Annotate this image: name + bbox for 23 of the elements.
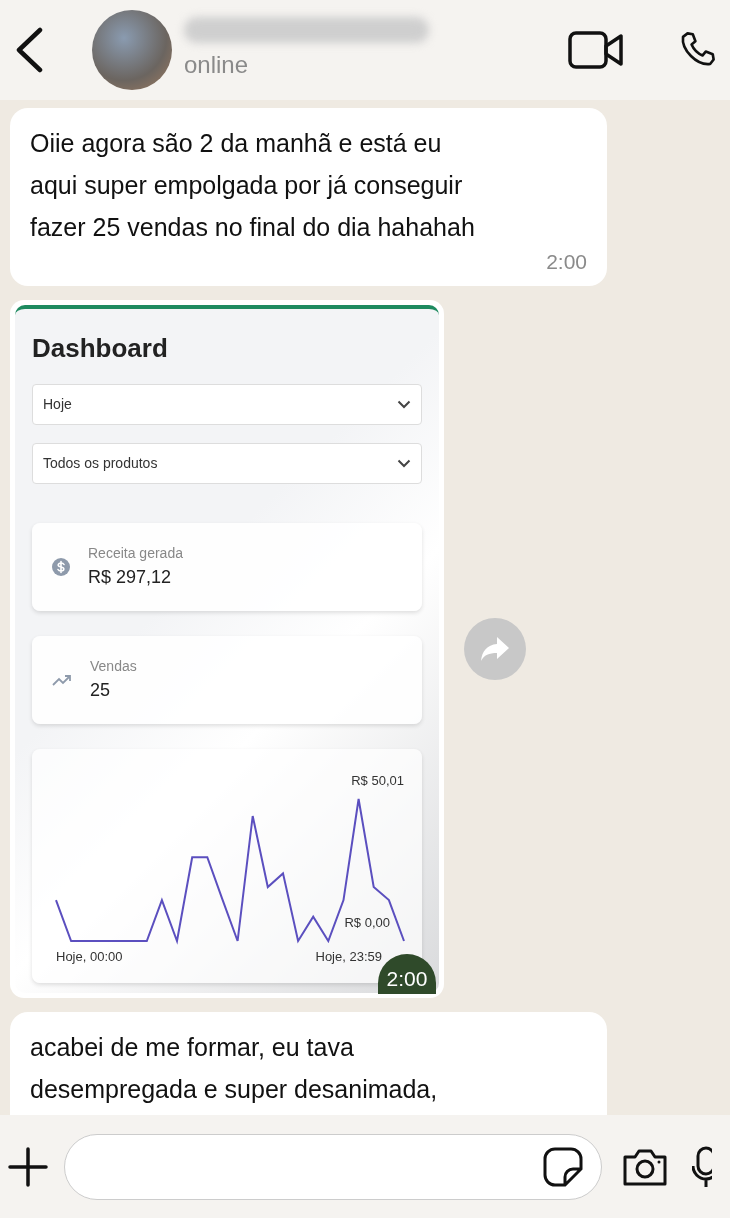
contact-status: online [184,50,250,80]
chevron-down-icon [397,459,411,468]
dashboard-title: Dashboard [32,332,169,365]
plus-icon[interactable] [8,1146,48,1187]
sticker-icon[interactable] [543,1146,583,1187]
stat-value: 25 [90,679,112,703]
stat-label: Vendas [90,657,137,677]
max-value-label: R$ 50,01 [351,773,404,788]
video-call-icon[interactable] [568,31,624,69]
trending-up-icon [52,674,72,687]
stat-label: Receita gerada [88,544,183,564]
select-value: Todos os produtos [43,454,158,473]
forward-arrow-icon [480,636,510,662]
select-value: Hoje [43,395,72,414]
start-time-label: Hoje, 00:00 [56,949,123,964]
chevron-down-icon [397,400,411,409]
min-value-label: R$ 0,00 [344,915,390,930]
message-text: Oiie agora são 2 da manhã e está eu aqui super empolgada por já conseguir fazer 25 vendas no final do dia hahahah [30,128,476,243]
message-time: 2:00 [545,249,587,275]
message-text: acabei de me formar, eu tava desempregada e super desanimada, [30,1032,439,1105]
back-icon[interactable] [14,27,44,73]
dollar-coin-icon [52,558,70,577]
stat-value: R$ 297,12 [88,566,173,590]
